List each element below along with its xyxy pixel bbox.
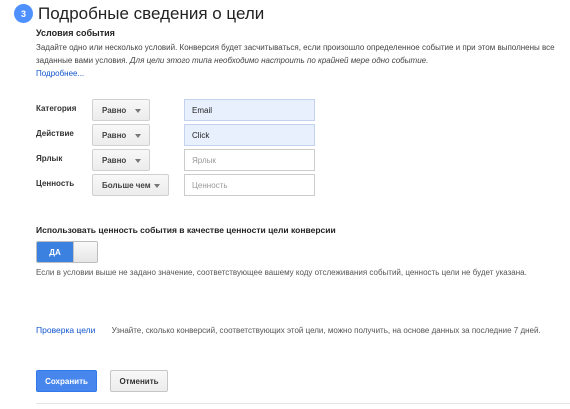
verify-goal-link[interactable]: Проверка цели <box>36 325 95 335</box>
verify-goal-description: Узнайте, сколько конверсий, соответствую… <box>111 326 541 335</box>
use-event-value-help: Если в условии выше не задано значение, … <box>36 268 527 277</box>
chevron-down-icon <box>135 134 141 138</box>
verify-goal-section: Проверка цели Узнайте, сколько конверсий… <box>36 325 556 336</box>
category-operator-select[interactable]: Равно <box>92 99 150 121</box>
chevron-down-icon <box>135 159 141 163</box>
value-operator-value: Больше чем <box>102 180 151 190</box>
use-event-value-toggle[interactable]: ДА <box>36 241 98 263</box>
learn-more-link[interactable]: Подробнее... <box>36 69 84 78</box>
conditions-title: Условия события <box>36 28 115 38</box>
save-button[interactable]: Сохранить <box>36 370 97 392</box>
action-label: Действие <box>36 129 74 138</box>
action-operator-select[interactable]: Равно <box>92 124 150 146</box>
label-input[interactable] <box>184 149 315 171</box>
cancel-button[interactable]: Отменить <box>110 370 168 392</box>
step-title: Подробные сведения о цели <box>38 4 265 23</box>
value-input[interactable] <box>184 174 315 196</box>
category-label: Категория <box>36 104 77 113</box>
toggle-on-label: ДА <box>37 242 73 262</box>
value-label: Ценность <box>36 179 75 188</box>
category-operator-value: Равно <box>102 105 127 115</box>
conditions-description: Задайте одно или несколько условий. Конв… <box>36 41 556 80</box>
conditions-description-note: Для цели этого типа необходимо настроить… <box>129 56 429 65</box>
toggle-knob <box>73 242 97 262</box>
label-operator-value: Равно <box>102 155 127 165</box>
chevron-down-icon <box>135 109 141 113</box>
section-divider <box>36 403 570 404</box>
label-operator-select[interactable]: Равно <box>92 149 150 171</box>
label-label: Ярлык <box>36 154 63 163</box>
action-operator-value: Равно <box>102 130 127 140</box>
action-input[interactable] <box>184 124 315 146</box>
value-operator-select[interactable]: Больше чем <box>92 174 169 196</box>
step-number-badge: 3 <box>14 4 33 23</box>
chevron-down-icon <box>154 184 160 188</box>
use-event-value-title: Использовать ценность события в качестве… <box>36 225 336 235</box>
category-input[interactable] <box>184 99 315 121</box>
